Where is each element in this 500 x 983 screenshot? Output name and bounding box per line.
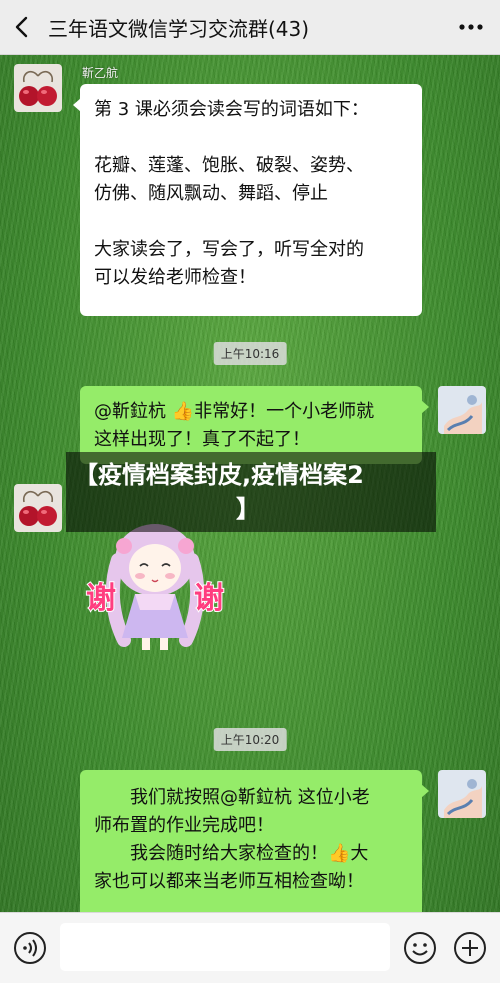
sticker-text-right: 谢 (194, 581, 224, 616)
message-text: 大 (350, 843, 369, 864)
avatar-self[interactable] (438, 770, 486, 818)
chat-header: 三年语文微信学习交流群(43) (0, 0, 500, 55)
input-bar (0, 912, 500, 983)
message-line: 可以发给老师检查！ (94, 267, 256, 288)
message-line: @靳鉝杭 👍非常好！一个小老师就 (94, 398, 408, 426)
message-input[interactable] (60, 923, 390, 971)
message-line-empty (94, 124, 408, 152)
plus-circle-icon[interactable] (452, 930, 488, 966)
thumbs-up-icon: 👍 (171, 401, 195, 422)
message-text: 非常好！一个小老师就 (194, 401, 375, 422)
message-line: 这样出现了！真了不起了！ (94, 429, 310, 450)
timestamp: 上午10:16 (213, 342, 287, 365)
message-line: 仿佛、随风飘动、舞蹈、停止 (94, 183, 328, 204)
sender-name: 靳乙航 (82, 66, 119, 80)
more-dots-icon[interactable] (456, 12, 486, 42)
message-line: 花瓣、莲蓬、饱胀、破裂、姿势、 (94, 155, 364, 176)
message-line: 我们就按照@靳鉝杭 这位小老 (130, 787, 370, 808)
thumbs-up-icon: 👍 (328, 843, 351, 864)
message-line: 家也可以都来当老师互相检查呦！ (94, 871, 364, 892)
overlay-line: 】 (236, 495, 260, 523)
mention-text[interactable]: @靳鉝杭 (94, 401, 172, 422)
message-line-empty (94, 208, 408, 236)
thank-you-sticker[interactable]: 谢 谢 (80, 510, 230, 660)
chat-title: 三年语文微信学习交流群(43) (48, 16, 310, 41)
avatar-cherry[interactable] (14, 484, 62, 532)
overlay-caption: 【疫情档案封皮,疫情档案2 】 (66, 452, 436, 532)
message-line: 第 3 课必须会读会写的词语如下： (94, 99, 369, 120)
message-line: 师布置的作业完成吧！ (94, 815, 274, 836)
avatar-cherry[interactable] (14, 64, 62, 112)
message-text: 我会随时给大家检查的！ (130, 843, 328, 864)
avatar-self[interactable] (438, 386, 486, 434)
chevron-left-icon[interactable] (0, 0, 44, 54)
message-line: 大家读会了，写会了，听写全对的 (94, 239, 364, 260)
message-bubble-sent[interactable]: 我们就按照@靳鉝杭 这位小老 师布置的作业完成吧！ 我会随时给大家检查的！👍大 … (80, 770, 429, 920)
voice-icon[interactable] (12, 930, 48, 966)
overlay-line: 【疫情档案封皮,疫情档案2 (74, 461, 364, 489)
emoji-icon[interactable] (402, 930, 438, 966)
message-line: 我会随时给大家检查的！👍大 (94, 840, 408, 868)
message-bubble-received[interactable]: 第 3 课必须会读会写的词语如下： 花瓣、莲蓬、饱胀、破裂、姿势、 仿佛、随风飘… (73, 84, 422, 316)
timestamp: 上午10:20 (213, 728, 287, 751)
sticker-text-left: 谢 (86, 581, 116, 616)
